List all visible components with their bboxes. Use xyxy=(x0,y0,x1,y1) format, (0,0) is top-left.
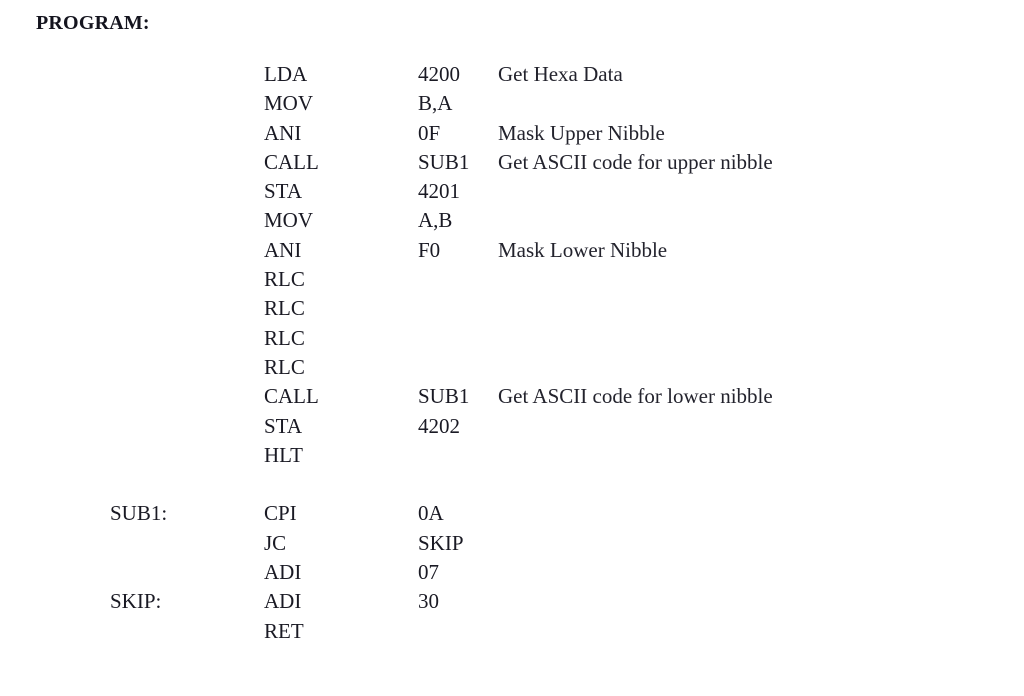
code-line-mnemonic: RET xyxy=(264,618,304,643)
code-line: ANI 0F Mask Upper Nibble xyxy=(0,119,1024,148)
code-line: RLC xyxy=(0,294,1024,323)
code-line-mnemonic: RLC xyxy=(264,354,305,379)
code-line-mnemonic: LDA xyxy=(264,62,308,86)
code-line: SKIP: ADI 30 xyxy=(0,587,1024,616)
code-line-operand: 4202 xyxy=(418,413,460,438)
code-line-operand: 0F xyxy=(418,120,441,145)
code-line: CALL SUB1 Get ASCII code for lower nibble xyxy=(0,382,1024,411)
code-line-operand: 4200 xyxy=(418,62,460,86)
code-line-mnemonic: ADI xyxy=(264,560,302,585)
code-line-mnemonic: MOV xyxy=(264,91,314,116)
code-line-mnemonic: RLC xyxy=(264,267,305,292)
code-line: CALL SUB1 Get ASCII code for upper nibble xyxy=(0,148,1024,177)
code-line: ANI F0 Mask Lower Nibble xyxy=(0,236,1024,265)
code-line: LDA 4200 Get Hexa Data xyxy=(0,60,1024,89)
code-line-mnemonic: JC xyxy=(264,530,287,555)
code-line: RLC xyxy=(0,353,1024,382)
assembly-program-listing: LDA 4200 Get Hexa Data MOV B,A ANI 0F Mask Uppe… xyxy=(0,60,1024,646)
code-line-operand: SUB1 xyxy=(418,384,470,409)
code-line-operand: SKIP xyxy=(418,530,464,555)
code-line-mnemonic: STA xyxy=(264,413,302,438)
code-line: SUB1: CPI 0A xyxy=(0,499,1024,528)
code-line-operand: B,A xyxy=(418,91,453,116)
code-line: JC SKIP xyxy=(0,529,1024,558)
code-line: ADI 07 xyxy=(0,558,1024,587)
code-line: RLC xyxy=(0,324,1024,353)
code-line-label: SUB1: xyxy=(110,501,168,526)
code-line-mnemonic: CPI xyxy=(264,501,297,526)
code-line-operand: 30 xyxy=(418,589,439,614)
code-line-mnemonic: CALL xyxy=(264,149,319,174)
code-line: RET xyxy=(0,617,1024,646)
code-line-operand: 07 xyxy=(418,560,439,585)
code-line-mnemonic: STA xyxy=(264,179,302,204)
code-line: STA 4202 xyxy=(0,412,1024,441)
code-line-operand: 0A xyxy=(418,501,444,526)
code-line-operand: SUB1 xyxy=(418,149,470,174)
code-line-label: SKIP: xyxy=(110,589,162,614)
code-line: MOV B,A xyxy=(0,89,1024,118)
code-line-operand: A,B xyxy=(418,208,453,233)
code-line: RLC xyxy=(0,265,1024,294)
code-line-mnemonic: ANI xyxy=(264,237,302,262)
code-line: HLT xyxy=(0,441,1024,470)
code-line-mnemonic: RLC xyxy=(264,296,305,321)
code-line: STA 4201 xyxy=(0,177,1024,206)
code-line-comment: Get ASCII code for lower nibble xyxy=(498,384,773,409)
code-line-comment: Get Hexa Data xyxy=(498,62,623,86)
code-line-mnemonic: MOV xyxy=(264,208,314,233)
code-line-operand: 4201 xyxy=(418,179,460,204)
code-line-comment: Get ASCII code for upper nibble xyxy=(498,149,773,174)
page-title: PROGRAM: xyxy=(36,12,150,34)
code-line-comment: Mask Lower Nibble xyxy=(498,237,668,262)
code-line: MOV A,B xyxy=(0,206,1024,235)
code-line-operand: F0 xyxy=(418,237,441,262)
code-line-mnemonic: HLT xyxy=(264,442,303,467)
code-line-comment: Mask Upper Nibble xyxy=(498,120,665,145)
code-line-mnemonic: ANI xyxy=(264,120,302,145)
code-line-mnemonic: RLC xyxy=(264,325,305,350)
code-line-mnemonic: ADI xyxy=(264,589,302,614)
code-line-mnemonic: CALL xyxy=(264,384,319,409)
